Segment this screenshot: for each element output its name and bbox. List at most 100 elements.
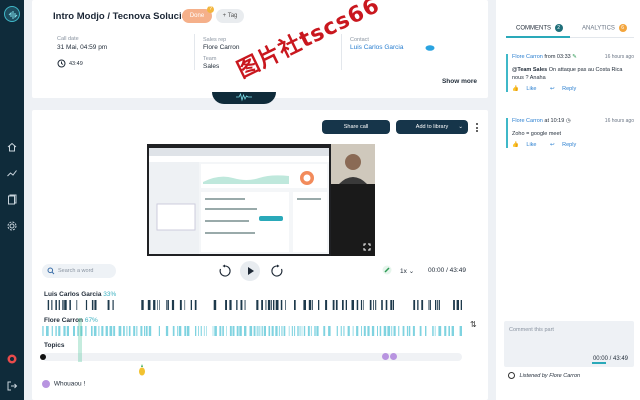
speech-segment — [375, 300, 377, 310]
status-badge-count: ? — [207, 6, 214, 13]
tab-comments-label: COMMENTS — [516, 25, 551, 32]
share-call-button[interactable]: Share call — [322, 120, 390, 134]
help-lifebuoy-icon[interactable] — [6, 353, 18, 365]
playback-speed-value: 1x — [400, 268, 407, 275]
speaker-2-timeline[interactable] — [42, 326, 462, 336]
speech-segment — [258, 326, 260, 336]
avatar — [42, 380, 50, 388]
comment-ago: 16 hours ago — [604, 54, 634, 60]
speech-segment — [253, 326, 256, 336]
comment-mention[interactable]: @Team Sales — [512, 67, 547, 73]
speech-segment — [91, 326, 93, 336]
speech-segment — [412, 326, 415, 336]
comment-author[interactable]: Flore Carron — [512, 118, 543, 124]
comment-compose-box[interactable]: Comment this part 00:00 / 43:49 — [504, 321, 634, 367]
speech-segment — [390, 300, 393, 310]
speech-segment — [94, 300, 97, 310]
speech-segment — [214, 326, 217, 336]
logout-icon[interactable] — [6, 380, 18, 392]
library-icon[interactable] — [6, 194, 18, 206]
topic-marker[interactable] — [390, 353, 397, 360]
speech-segment — [268, 326, 271, 336]
tab-analytics[interactable]: ANALYTICS 6 — [582, 24, 627, 32]
speech-segment — [316, 326, 319, 336]
topics-timeline[interactable] — [42, 353, 462, 361]
speech-segment — [434, 326, 436, 336]
speech-segment — [460, 300, 462, 310]
speech-segment — [363, 300, 364, 310]
salesforce-cloud-icon[interactable] — [425, 44, 435, 53]
speech-segment — [328, 326, 331, 336]
speaker-1-label: Luis Carlos Garcia 33% — [44, 291, 116, 298]
speech-segment — [438, 326, 442, 336]
annotate-pencil-icon[interactable] — [382, 265, 392, 277]
add-tag-button[interactable]: + Tag — [216, 9, 244, 23]
analytics-count-badge: 6 — [618, 24, 627, 32]
reply-button[interactable]: ↩ Reply — [550, 86, 582, 92]
waveform-toggle-tab[interactable] — [212, 92, 276, 104]
speech-segment — [356, 326, 359, 336]
speaker-1-timeline[interactable] — [42, 300, 462, 310]
speech-segment — [291, 326, 293, 336]
thumbs-up-icon: 👍 — [512, 142, 519, 148]
speech-segment — [435, 300, 437, 310]
tab-comments[interactable]: COMMENTS 2 — [516, 24, 563, 32]
search-icon — [47, 267, 55, 277]
comment-timecode[interactable]: from 03:33 — [544, 54, 570, 60]
show-more-link[interactable]: Show more — [442, 78, 477, 85]
speech-segment — [381, 300, 383, 310]
chevron-down-icon: ⌄ — [408, 268, 415, 275]
speech-segment — [275, 300, 279, 310]
playback-cursor[interactable] — [78, 318, 82, 362]
speech-segment — [356, 300, 359, 310]
speech-segment — [222, 326, 224, 336]
reaction-text: Whouaou ! — [53, 380, 86, 388]
speech-segment — [314, 326, 316, 336]
like-button[interactable]: 👍 Like — [512, 142, 544, 148]
app-logo-icon[interactable] — [4, 6, 20, 22]
waveform-icon — [236, 92, 252, 102]
contact-link[interactable]: Luis Carlos Garcia — [350, 44, 403, 51]
topic-marker[interactable] — [382, 353, 389, 360]
add-to-library-label: Add to library — [415, 124, 449, 130]
speech-segment — [383, 326, 387, 336]
playback-speed-select[interactable]: 1x ⌄ — [400, 267, 414, 275]
add-to-library-button[interactable]: Add to library ⌄ — [396, 120, 468, 134]
settings-gear-icon[interactable] — [6, 220, 18, 232]
speech-segment — [342, 300, 344, 310]
like-button[interactable]: 👍 Like — [512, 86, 544, 92]
playhead-dot[interactable] — [40, 354, 46, 360]
speech-segment — [387, 326, 391, 336]
speech-segment — [165, 326, 169, 336]
speech-segment — [311, 300, 313, 310]
pineapple-reaction-icon[interactable] — [138, 364, 146, 378]
speech-segment — [459, 326, 462, 336]
speech-segment — [351, 300, 354, 310]
speech-segment — [421, 300, 424, 310]
edit-pencil-icon[interactable]: ✎ — [572, 54, 577, 60]
fullscreen-icon[interactable] — [363, 243, 371, 253]
speech-segment — [43, 326, 44, 336]
speech-segment — [280, 300, 283, 310]
home-icon[interactable] — [6, 141, 18, 153]
video-player[interactable] — [147, 144, 375, 256]
speech-segment — [402, 326, 405, 336]
speech-segment — [225, 300, 227, 310]
swap-speakers-icon[interactable]: ⇅ — [470, 320, 477, 329]
rewind-icon[interactable] — [218, 264, 232, 280]
more-options-icon[interactable] — [476, 123, 479, 134]
analytics-icon[interactable] — [6, 167, 18, 179]
speaker-2-percent: 67% — [84, 317, 98, 324]
speech-segment — [177, 326, 179, 336]
speech-segment — [239, 326, 242, 336]
comment-author[interactable]: Flore Carron — [512, 54, 543, 60]
comment-timecode[interactable]: at 10:19 — [544, 118, 564, 124]
forward-icon[interactable] — [270, 264, 284, 280]
status-badge[interactable]: Done ? — [182, 6, 214, 23]
speech-segment — [206, 326, 207, 336]
play-button[interactable] — [240, 261, 260, 281]
reply-button[interactable]: ↩ Reply — [550, 142, 582, 148]
speech-segment — [408, 326, 411, 336]
speech-segment — [63, 326, 66, 336]
speech-segment — [58, 300, 60, 310]
